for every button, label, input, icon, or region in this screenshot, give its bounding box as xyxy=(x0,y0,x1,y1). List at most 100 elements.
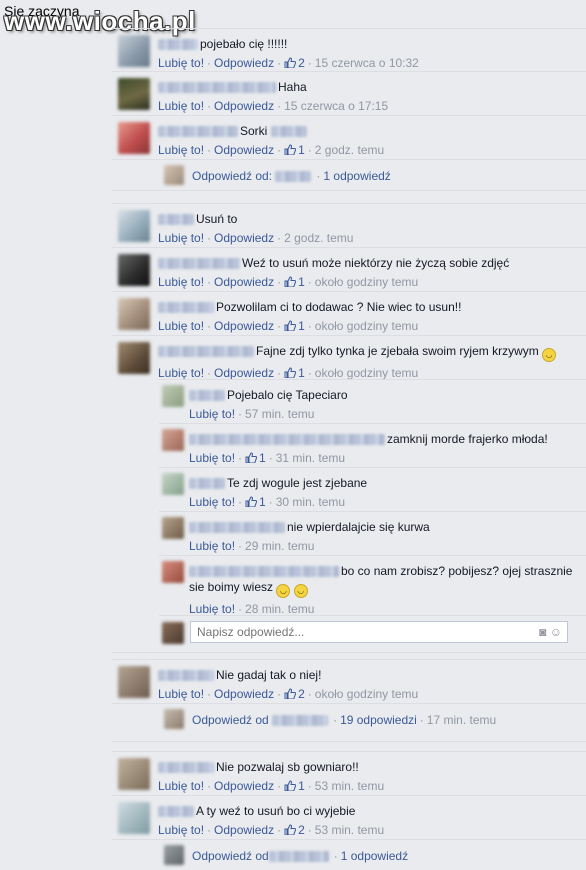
reply-input-box[interactable]: ◙ ☺ xyxy=(190,621,568,643)
like-count[interactable]: 2 xyxy=(284,687,305,701)
reply-link[interactable]: Odpowiedz xyxy=(214,823,274,837)
avatar[interactable] xyxy=(118,78,150,110)
comment-time[interactable]: 17 min. temu xyxy=(427,713,496,727)
reply-link[interactable]: Odpowiedz xyxy=(214,275,274,289)
like-link[interactable]: Lubię to! xyxy=(189,451,235,465)
comment-time[interactable]: około godziny temu xyxy=(315,366,418,380)
like-link[interactable]: Lubię to! xyxy=(158,275,204,289)
author-name-redacted[interactable] xyxy=(272,715,329,727)
avatar[interactable] xyxy=(118,254,150,286)
emoji-icon[interactable]: ☺ xyxy=(550,625,562,639)
comment-meta: Lubię to! · Odpowiedz · 2 · 53 min. temu xyxy=(158,823,385,837)
author-name-redacted[interactable] xyxy=(189,434,385,446)
avatar[interactable] xyxy=(118,298,150,330)
like-count[interactable]: 1 xyxy=(284,275,305,289)
author-name-redacted[interactable] xyxy=(158,806,194,818)
avatar[interactable] xyxy=(118,35,150,67)
replies-summary[interactable]: Odpowiedź od · 19 odpowiedzi · 17 min. temu xyxy=(112,703,586,741)
like-link[interactable]: Lubię to! xyxy=(158,779,204,793)
comment-time[interactable]: 30 min. temu xyxy=(276,495,345,509)
author-name-redacted[interactable] xyxy=(189,390,225,402)
author-name-redacted[interactable] xyxy=(158,302,214,314)
like-link[interactable]: Lubię to! xyxy=(158,56,204,70)
comment-time[interactable]: 31 min. temu xyxy=(276,451,345,465)
like-count[interactable]: 1 xyxy=(245,451,266,465)
like-count[interactable]: 1 xyxy=(284,319,305,333)
comment-time[interactable]: około godziny temu xyxy=(315,319,418,333)
like-link[interactable]: Lubię to! xyxy=(158,99,204,113)
like-link[interactable]: Lubię to! xyxy=(158,143,204,157)
author-name-redacted[interactable] xyxy=(158,762,214,774)
like-count[interactable]: 2 xyxy=(284,56,305,70)
avatar[interactable] xyxy=(162,473,184,495)
author-name-redacted[interactable] xyxy=(275,171,312,183)
avatar[interactable] xyxy=(118,122,150,154)
author-name-redacted[interactable] xyxy=(158,346,254,358)
like-link[interactable]: Lubię to! xyxy=(189,407,235,421)
comment-time[interactable]: około godziny temu xyxy=(315,687,418,701)
like-count[interactable]: 1 xyxy=(245,495,266,509)
comment-time[interactable]: około godziny temu xyxy=(315,275,418,289)
author-name-redacted[interactable] xyxy=(158,126,238,138)
like-link[interactable]: Lubię to! xyxy=(158,366,204,380)
like-link[interactable]: Lubię to! xyxy=(158,823,204,837)
author-name-redacted[interactable] xyxy=(189,478,225,490)
avatar[interactable] xyxy=(162,429,184,451)
author-name-redacted[interactable] xyxy=(189,566,339,578)
avatar[interactable] xyxy=(162,561,184,583)
like-count[interactable]: 1 xyxy=(284,779,305,793)
author-name-redacted[interactable] xyxy=(158,258,240,270)
like-link[interactable]: Lubię to! xyxy=(189,495,235,509)
author-name-redacted[interactable] xyxy=(158,82,276,94)
like-count[interactable]: 2 xyxy=(284,823,305,837)
reply-link[interactable]: Odpowiedz xyxy=(214,687,274,701)
reply-link[interactable]: Odpowiedz xyxy=(214,143,274,157)
comment-time[interactable]: 57 min. temu xyxy=(245,407,314,421)
tagged-name-redacted[interactable] xyxy=(270,126,307,138)
avatar[interactable] xyxy=(118,758,150,790)
replies-summary[interactable]: Odpowiedź od: · 1 odpowiedź xyxy=(112,159,586,190)
replies-summary[interactable]: Odpowiedź od · 1 odpowiedź xyxy=(112,839,586,870)
reply-count-link[interactable]: 1 odpowiedź xyxy=(341,849,408,863)
like-link[interactable]: Lubię to! xyxy=(189,539,235,553)
reply-link[interactable]: Odpowiedz xyxy=(214,319,274,333)
comment-time[interactable]: 15 czerwca o 17:15 xyxy=(284,99,388,113)
reply-from-label[interactable]: Odpowiedź od: xyxy=(192,169,272,183)
author-name-redacted[interactable] xyxy=(189,522,285,534)
avatar[interactable] xyxy=(118,210,150,242)
reply-link[interactable]: Odpowiedz xyxy=(214,231,274,245)
reply-link[interactable]: Odpowiedz xyxy=(214,779,274,793)
reply-input[interactable] xyxy=(191,622,523,642)
like-link[interactable]: Lubię to! xyxy=(158,319,204,333)
comment-time[interactable]: 15 czerwca o 10:32 xyxy=(315,56,419,70)
avatar[interactable] xyxy=(118,342,150,374)
comment-time[interactable]: 53 min. temu xyxy=(315,779,384,793)
author-name-redacted[interactable] xyxy=(158,39,198,51)
comment-time[interactable]: 29 min. temu xyxy=(245,539,314,553)
comment-time[interactable]: 2 godz. temu xyxy=(315,143,384,157)
like-count[interactable]: 1 xyxy=(284,143,305,157)
reply-count-link[interactable]: 19 odpowiedzi xyxy=(340,713,417,727)
avatar[interactable] xyxy=(162,517,184,539)
like-link[interactable]: Lubię to! xyxy=(189,602,235,616)
reply-from-label[interactable]: Odpowiedź od xyxy=(192,713,269,727)
reply-count-link[interactable]: 1 odpowiedź xyxy=(323,169,390,183)
like-link[interactable]: Lubię to! xyxy=(158,687,204,701)
like-link[interactable]: Lubię to! xyxy=(158,231,204,245)
reply-link[interactable]: Odpowiedz xyxy=(214,366,274,380)
reply-link[interactable]: Odpowiedz xyxy=(214,99,274,113)
author-name-redacted[interactable] xyxy=(268,851,329,863)
comment-thread: pojebało cię !!!!!! Lubię to! · Odpowiedz ·… xyxy=(112,28,586,870)
like-count[interactable]: 1 xyxy=(284,366,305,380)
camera-icon[interactable]: ◙ xyxy=(539,625,546,639)
avatar[interactable] xyxy=(118,666,150,698)
avatar[interactable] xyxy=(118,802,150,834)
comment-time[interactable]: 53 min. temu xyxy=(315,823,384,837)
reply-link[interactable]: Odpowiedz xyxy=(214,56,274,70)
comment-time[interactable]: 28 min. temu xyxy=(245,602,314,616)
author-name-redacted[interactable] xyxy=(158,214,194,226)
author-name-redacted[interactable] xyxy=(158,670,214,682)
comment-time[interactable]: 2 godz. temu xyxy=(284,231,353,245)
reply-from-label[interactable]: Odpowiedź od xyxy=(192,849,269,863)
avatar[interactable] xyxy=(162,385,184,407)
